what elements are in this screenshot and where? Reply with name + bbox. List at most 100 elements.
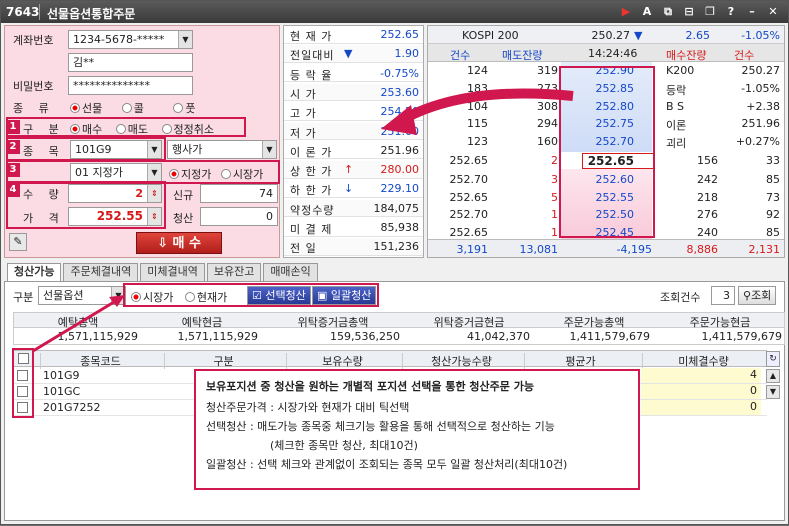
side-info-value: 251.96	[741, 117, 781, 131]
kind-value: 선물옵션	[43, 289, 84, 302]
quote-value: 85,938	[380, 221, 420, 234]
quote-label: 미 결 제	[290, 223, 333, 236]
kind-select[interactable]: 선물옵션 ▼	[38, 286, 126, 305]
quote-arrow: ↓	[344, 182, 354, 196]
type-call[interactable]: 콜	[121, 102, 144, 115]
note-line-3: (체크한 종목만 청산, 최대10건)	[270, 439, 418, 452]
quote-label: 저 가	[290, 126, 317, 140]
total-net: -4,195	[616, 243, 652, 256]
radio-icon	[173, 103, 184, 113]
orderbook-header: 건수 매도잔량 14:24:46 매수잔량 건수	[428, 44, 784, 62]
quote-label: 약정수량	[290, 203, 335, 217]
ask-count: 104	[467, 99, 488, 113]
tab-unfilled[interactable]: 미체결내역	[140, 263, 205, 281]
note-line-1: 청산주문가격 : 시장가와 현재가 대비 틱선택	[206, 401, 410, 414]
ask-qty: 294	[537, 117, 558, 131]
quote-row: 고 가 254.20	[284, 103, 423, 121]
highlight-box-orderbook	[559, 66, 655, 238]
quote-label: 전 일	[290, 242, 317, 256]
ordered-price: 252.65	[449, 190, 489, 204]
radio-icon	[70, 103, 80, 113]
bid-qty: 156	[697, 154, 718, 167]
ask-count: 123	[467, 135, 488, 149]
quote-value: 253.60	[380, 85, 420, 99]
link-icon[interactable]: ⧉	[659, 4, 677, 20]
quote-row: 이 론 가 251.96	[284, 142, 423, 160]
play-icon[interactable]: ▶	[617, 4, 635, 20]
ordered-count: 2	[551, 154, 558, 167]
ask-count: 115	[467, 117, 488, 131]
ask-count-header: 건수	[450, 49, 471, 62]
tab-clearable[interactable]: 청산가능	[7, 263, 62, 281]
ask-qty: 273	[537, 81, 558, 95]
type-radio-group: 선물 콜 풋	[70, 100, 212, 116]
highlight-box-checks	[12, 348, 34, 418]
bid-qty: 276	[697, 208, 718, 222]
quote-value: 251.60	[380, 124, 420, 138]
ordered-count: 5	[551, 190, 558, 204]
bid-count: 33	[766, 154, 780, 167]
tab-holdings[interactable]: 보유잔고	[206, 263, 262, 281]
refresh-icon[interactable]: ↻	[766, 351, 780, 367]
note-line-4: 일괄청산 : 선택 체크와 관계없이 조회되는 종목 모두 일괄 청산처리(최대…	[206, 458, 568, 471]
highlight-box-clear	[123, 283, 379, 307]
quote-row: 약정수량 184,075	[284, 199, 423, 218]
quote-label: 고 가	[290, 107, 317, 121]
quote-row: 상 한 가 ↑ 280.00	[284, 161, 423, 179]
new-qty-value: 74	[259, 187, 273, 200]
marker-1: 1	[6, 120, 20, 134]
type-put[interactable]: 풋	[173, 102, 196, 115]
ask-count: 183	[467, 81, 488, 95]
clear-qty-field: 0	[200, 207, 278, 226]
quote-row: 저 가 251.60	[284, 122, 423, 141]
chevron-down-icon: ▼	[634, 29, 643, 42]
annotation-callout: 보유포지션 중 청산을 원하는 개별적 포지션 선택을 통한 청산주문 가능 청…	[194, 369, 640, 490]
bid-count: 92	[766, 208, 780, 222]
summary-value-cell: 1,571,115,929	[177, 330, 258, 343]
restore-icon[interactable]: ⊟	[680, 4, 698, 20]
quote-value: 229.10	[380, 182, 420, 196]
exercise-select[interactable]: 행사가 ▼	[167, 140, 277, 159]
password-field[interactable]: **************	[68, 76, 193, 95]
new-qty-field: 74	[200, 184, 278, 203]
ordered-price: 252.70	[449, 208, 489, 222]
quote-table: 현 재 가 252.65 전일대비 ▼ 1.90 등 락 율 -0.75% 시 가 253.60…	[283, 25, 424, 258]
kospi-value: 250.27	[591, 29, 631, 42]
ordered-price: 252.65	[449, 154, 489, 167]
side-info-label: 이론	[666, 119, 687, 133]
bid-qty-header: 매수잔량	[666, 49, 707, 62]
kospi-label: KOSPI 200	[462, 29, 519, 42]
scroll-down-icon[interactable]: ▼	[766, 385, 780, 399]
tab-pnl[interactable]: 매매손익	[263, 263, 318, 281]
row-code: 201G7252	[43, 401, 101, 414]
row-pending: 0	[641, 400, 761, 415]
quote-value: 184,075	[373, 201, 420, 215]
wrench-icon[interactable]: ✎	[9, 233, 27, 251]
quote-label: 전일대비	[290, 49, 335, 63]
quote-value: -0.75%	[380, 66, 419, 80]
bid-qty: 240	[697, 226, 718, 240]
scroll-up-icon[interactable]: ▲	[766, 369, 780, 383]
row-pending: 4	[641, 368, 761, 383]
font-icon[interactable]: A	[638, 4, 656, 20]
password-label: 비밀번호	[13, 80, 54, 93]
bid-count-header: 건수	[734, 49, 755, 62]
buy-button[interactable]: ⇩ 매 수	[136, 232, 222, 254]
chevron-down-icon: ▼	[178, 31, 192, 48]
highlight-box-4	[6, 181, 166, 229]
quote-row: 하 한 가 ↓ 229.10	[284, 180, 423, 198]
marker-2: 2	[6, 140, 20, 154]
close-icon[interactable]: ✕	[764, 4, 782, 20]
tab-executions[interactable]: 주문체결내역	[63, 263, 139, 281]
index-bar: KOSPI 200 250.27 ▼ 2.65 -1.05%	[428, 26, 784, 44]
order-panel: 계좌번호 1234-5678-***** ▼ 김** 비밀번호 *********…	[4, 25, 280, 258]
help-icon[interactable]: ?	[722, 4, 740, 20]
row-code: 101GC	[43, 385, 81, 398]
minimize-icon[interactable]: –	[743, 4, 761, 20]
copy-icon[interactable]: ❐	[701, 4, 719, 20]
type-futures[interactable]: 선물	[70, 102, 102, 115]
count-field[interactable]: 3	[711, 286, 735, 305]
search-button[interactable]: ⚲조회	[738, 286, 777, 305]
grid-header-cell: 종목코드	[40, 353, 160, 369]
account-select[interactable]: 1234-5678-***** ▼	[68, 30, 193, 49]
